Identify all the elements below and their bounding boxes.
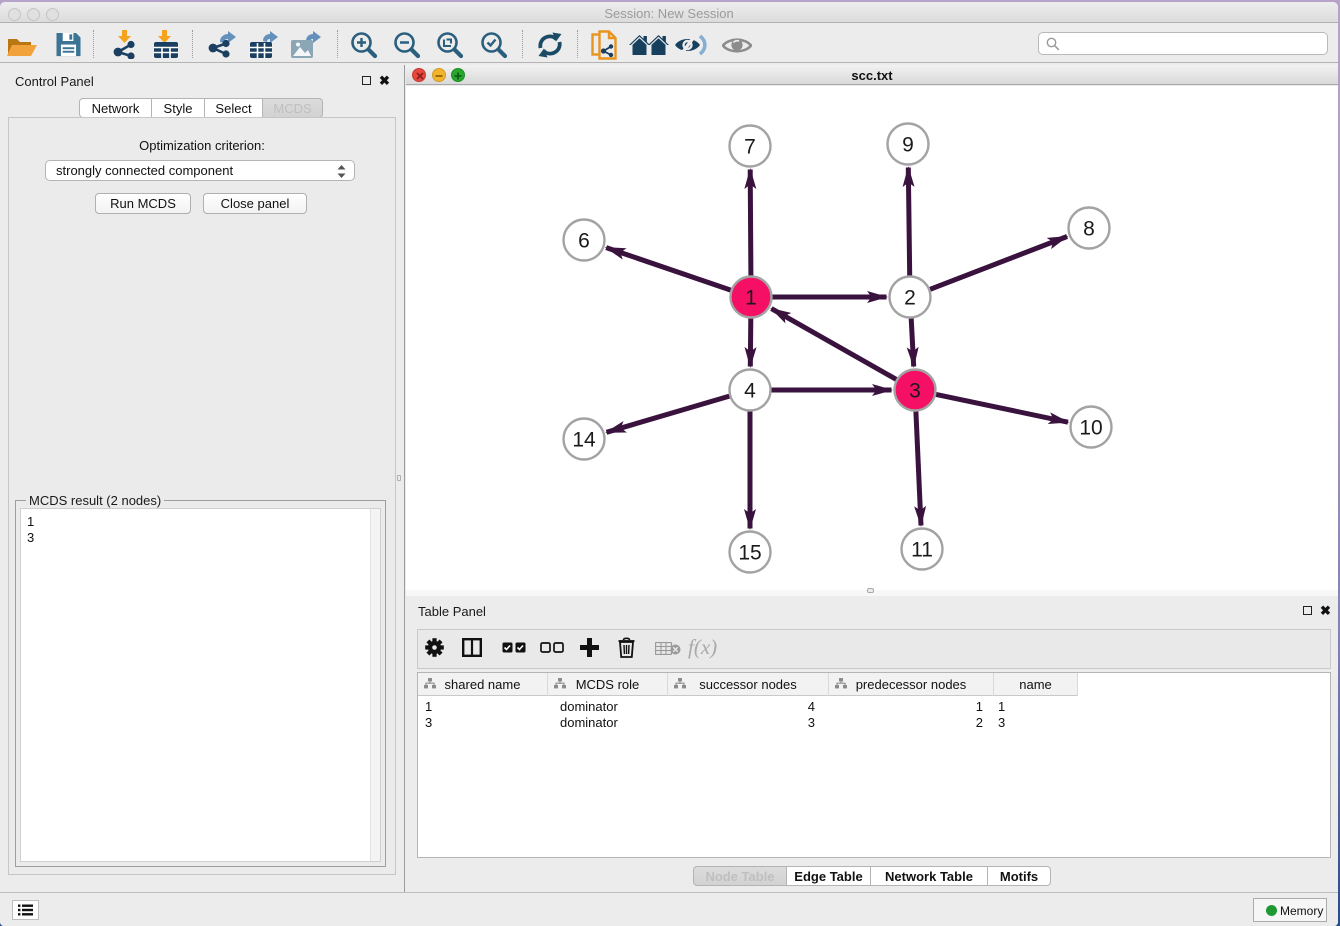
svg-text:14: 14 — [572, 429, 596, 452]
svg-text:15: 15 — [738, 542, 761, 565]
svg-text:10: 10 — [1079, 417, 1102, 440]
svg-text:9: 9 — [902, 134, 914, 157]
svg-text:11: 11 — [911, 539, 933, 562]
svg-text:3: 3 — [909, 380, 921, 403]
svg-text:4: 4 — [744, 380, 756, 403]
svg-text:7: 7 — [744, 136, 756, 159]
svg-text:8: 8 — [1083, 218, 1095, 241]
svg-text:6: 6 — [578, 230, 590, 253]
svg-text:1: 1 — [745, 287, 757, 310]
svg-text:2: 2 — [904, 287, 916, 310]
